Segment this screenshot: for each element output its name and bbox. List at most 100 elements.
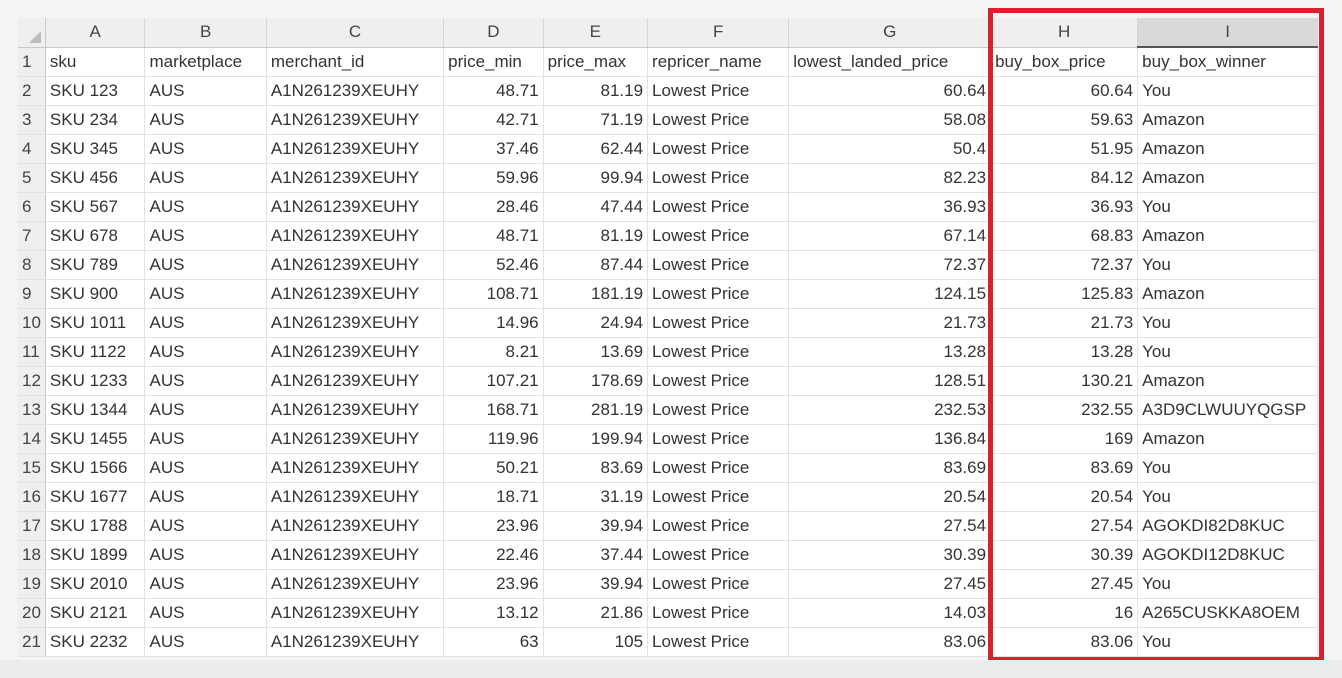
- cell-price-max[interactable]: 83.69: [543, 453, 649, 483]
- column-header-a[interactable]: A: [45, 18, 146, 48]
- cell-lowest-landed-price[interactable]: 27.54: [788, 511, 992, 541]
- cell-price-min[interactable]: 23.96: [443, 569, 544, 599]
- cell-marketplace[interactable]: AUS: [144, 308, 267, 338]
- cell-price-max[interactable]: 81.19: [543, 221, 649, 251]
- cell-buy-box-winner[interactable]: buy_box_winner: [1137, 47, 1318, 77]
- cell-marketplace[interactable]: AUS: [144, 395, 267, 425]
- cell-sku[interactable]: SKU 900: [45, 279, 146, 309]
- cell-sku[interactable]: SKU 567: [45, 192, 146, 222]
- cell-buy-box-price[interactable]: 51.95: [990, 134, 1139, 164]
- cell-price-max[interactable]: 31.19: [543, 482, 649, 512]
- cell-buy-box-price[interactable]: 36.93: [990, 192, 1139, 222]
- cell-buy-box-price[interactable]: buy_box_price: [990, 47, 1139, 77]
- cell-price-min[interactable]: 48.71: [443, 221, 544, 251]
- cell-lowest-landed-price[interactable]: 13.28: [788, 337, 992, 367]
- cell-merchant-id[interactable]: A1N261239XEUHY: [266, 250, 445, 280]
- cell-lowest-landed-price[interactable]: 232.53: [788, 395, 992, 425]
- row-header[interactable]: 11: [18, 337, 46, 367]
- row-header[interactable]: 17: [18, 511, 46, 541]
- cell-price-min[interactable]: 13.12: [443, 598, 544, 628]
- cell-merchant-id[interactable]: A1N261239XEUHY: [266, 105, 445, 135]
- cell-sku[interactable]: SKU 1788: [45, 511, 146, 541]
- cell-repricer-name[interactable]: Lowest Price: [647, 279, 790, 309]
- cell-buy-box-price[interactable]: 84.12: [990, 163, 1139, 193]
- cell-sku[interactable]: SKU 456: [45, 163, 146, 193]
- cell-merchant-id[interactable]: A1N261239XEUHY: [266, 134, 445, 164]
- cell-merchant-id[interactable]: A1N261239XEUHY: [266, 627, 445, 657]
- cell-repricer-name[interactable]: Lowest Price: [647, 250, 790, 280]
- cell-lowest-landed-price[interactable]: 21.73: [788, 308, 992, 338]
- cell-marketplace[interactable]: AUS: [144, 511, 267, 541]
- cell-merchant-id[interactable]: merchant_id: [266, 47, 445, 77]
- cell-repricer-name[interactable]: Lowest Price: [647, 424, 790, 454]
- cell-buy-box-price[interactable]: 125.83: [990, 279, 1139, 309]
- cell-merchant-id[interactable]: A1N261239XEUHY: [266, 569, 445, 599]
- cell-buy-box-price[interactable]: 169: [990, 424, 1139, 454]
- cell-price-min[interactable]: 22.46: [443, 540, 544, 570]
- cell-price-min[interactable]: 108.71: [443, 279, 544, 309]
- cell-buy-box-price[interactable]: 83.06: [990, 627, 1139, 657]
- cell-merchant-id[interactable]: A1N261239XEUHY: [266, 424, 445, 454]
- cell-buy-box-winner[interactable]: Amazon: [1137, 105, 1318, 135]
- cell-marketplace[interactable]: AUS: [144, 192, 267, 222]
- cell-buy-box-price[interactable]: 72.37: [990, 250, 1139, 280]
- cell-lowest-landed-price[interactable]: 136.84: [788, 424, 992, 454]
- cell-repricer-name[interactable]: Lowest Price: [647, 540, 790, 570]
- cell-buy-box-winner[interactable]: You: [1137, 569, 1318, 599]
- row-header[interactable]: 14: [18, 424, 46, 454]
- cell-price-max[interactable]: 105: [543, 627, 649, 657]
- cell-lowest-landed-price[interactable]: 20.54: [788, 482, 992, 512]
- cell-lowest-landed-price[interactable]: 50.4: [788, 134, 992, 164]
- cell-price-max[interactable]: 13.69: [543, 337, 649, 367]
- cell-price-min[interactable]: 42.71: [443, 105, 544, 135]
- cell-price-min[interactable]: price_min: [443, 47, 544, 77]
- cell-buy-box-winner[interactable]: Amazon: [1137, 221, 1318, 251]
- cell-price-max[interactable]: 21.86: [543, 598, 649, 628]
- cell-buy-box-winner[interactable]: Amazon: [1137, 134, 1318, 164]
- cell-lowest-landed-price[interactable]: 72.37: [788, 250, 992, 280]
- cell-buy-box-winner[interactable]: Amazon: [1137, 424, 1318, 454]
- cell-marketplace[interactable]: AUS: [144, 134, 267, 164]
- cell-marketplace[interactable]: marketplace: [144, 47, 267, 77]
- cell-sku[interactable]: SKU 1566: [45, 453, 146, 483]
- cell-buy-box-winner[interactable]: You: [1137, 308, 1318, 338]
- cell-merchant-id[interactable]: A1N261239XEUHY: [266, 395, 445, 425]
- cell-lowest-landed-price[interactable]: 27.45: [788, 569, 992, 599]
- cell-price-max[interactable]: 181.19: [543, 279, 649, 309]
- cell-repricer-name[interactable]: Lowest Price: [647, 395, 790, 425]
- cell-merchant-id[interactable]: A1N261239XEUHY: [266, 482, 445, 512]
- cell-buy-box-price[interactable]: 21.73: [990, 308, 1139, 338]
- cell-lowest-landed-price[interactable]: lowest_landed_price: [788, 47, 992, 77]
- cell-marketplace[interactable]: AUS: [144, 105, 267, 135]
- cell-buy-box-price[interactable]: 27.45: [990, 569, 1139, 599]
- cell-marketplace[interactable]: AUS: [144, 453, 267, 483]
- cell-price-min[interactable]: 37.46: [443, 134, 544, 164]
- cell-marketplace[interactable]: AUS: [144, 569, 267, 599]
- cell-marketplace[interactable]: AUS: [144, 598, 267, 628]
- cell-buy-box-winner[interactable]: Amazon: [1137, 163, 1318, 193]
- cell-buy-box-winner[interactable]: A265CUSKKA8OEM: [1137, 598, 1318, 628]
- cell-buy-box-price[interactable]: 16: [990, 598, 1139, 628]
- row-header[interactable]: 15: [18, 453, 46, 483]
- cell-merchant-id[interactable]: A1N261239XEUHY: [266, 598, 445, 628]
- cell-merchant-id[interactable]: A1N261239XEUHY: [266, 163, 445, 193]
- cell-repricer-name[interactable]: Lowest Price: [647, 105, 790, 135]
- cell-price-max[interactable]: 178.69: [543, 366, 649, 396]
- cell-buy-box-winner[interactable]: You: [1137, 250, 1318, 280]
- cell-merchant-id[interactable]: A1N261239XEUHY: [266, 76, 445, 106]
- cell-price-min[interactable]: 48.71: [443, 76, 544, 106]
- cell-buy-box-winner[interactable]: You: [1137, 627, 1318, 657]
- cell-merchant-id[interactable]: A1N261239XEUHY: [266, 540, 445, 570]
- cell-repricer-name[interactable]: Lowest Price: [647, 569, 790, 599]
- column-header-c[interactable]: C: [266, 18, 445, 48]
- row-header[interactable]: 4: [18, 134, 46, 164]
- cell-lowest-landed-price[interactable]: 60.64: [788, 76, 992, 106]
- cell-buy-box-price[interactable]: 27.54: [990, 511, 1139, 541]
- cell-buy-box-winner[interactable]: Amazon: [1137, 279, 1318, 309]
- cell-marketplace[interactable]: AUS: [144, 627, 267, 657]
- row-header[interactable]: 16: [18, 482, 46, 512]
- cell-lowest-landed-price[interactable]: 58.08: [788, 105, 992, 135]
- row-header[interactable]: 1: [18, 47, 46, 77]
- cell-price-max[interactable]: 71.19: [543, 105, 649, 135]
- row-header[interactable]: 10: [18, 308, 46, 338]
